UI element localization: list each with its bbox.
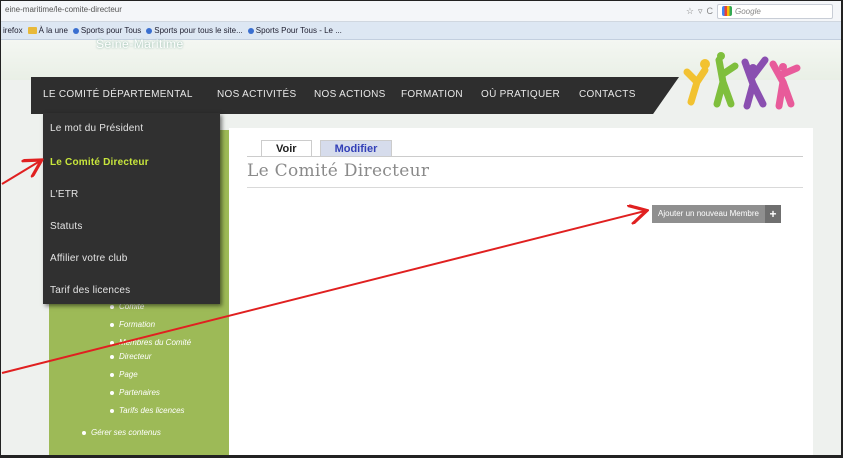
dropdown-item-affilier[interactable]: Affilier votre club <box>50 253 128 264</box>
sidebar-link-formation[interactable]: Formation <box>109 320 155 329</box>
dropdown-item-statuts[interactable]: Statuts <box>50 221 83 232</box>
sidebar-link-gerer[interactable]: Gérer ses contenus <box>82 428 161 437</box>
nav-ou-pratiquer[interactable]: OÙ PRATIQUER <box>481 89 560 100</box>
nav-nos-activites[interactable]: NOS ACTIVITÉS <box>217 89 296 100</box>
nav-formation[interactable]: FORMATION <box>401 89 463 100</box>
dropdown-comite-departemental: Le mot du Président Le Comité Directeur … <box>43 113 220 304</box>
title-divider <box>247 187 803 188</box>
bookmark-sports-le[interactable]: Sports Pour Tous - Le ... <box>247 26 342 35</box>
bookmark-a-la-une[interactable]: À la une <box>27 26 68 35</box>
main-navigation: LE COMITÉ DÉPARTEMENTAL NOS ACTIVITÉS NO… <box>31 77 679 114</box>
dropdown-arrow-icon[interactable]: ▿ <box>698 6 703 17</box>
nav-nos-actions[interactable]: NOS ACTIONS <box>314 89 386 100</box>
web-page: Seine-Maritime LE COMITÉ DÉPARTEMENTAL N… <box>1 37 841 455</box>
search-box[interactable]: Google <box>717 3 833 19</box>
bookmark-sports-site[interactable]: Sports pour tous le site... <box>146 26 243 35</box>
sidebar-link-page[interactable]: Page <box>110 370 138 379</box>
search-placeholder: Google <box>735 6 761 16</box>
google-icon <box>722 6 732 16</box>
dancing-figures-logo <box>683 52 801 110</box>
dropdown-item-comite-directeur[interactable]: Le Comité Directeur <box>50 157 149 168</box>
browser-window: eine-maritime/le-comite-directeur ☆ ▿ C … <box>0 0 843 458</box>
nav-comite-departemental[interactable]: LE COMITÉ DÉPARTEMENTAL <box>43 89 193 100</box>
dropdown-item-tarif[interactable]: Tarif des licences <box>50 285 130 296</box>
sidebar-link-tarifs[interactable]: Tarifs des licences <box>110 406 185 415</box>
tab-divider <box>247 156 803 157</box>
address-tools: ☆ ▿ C Google <box>686 3 833 19</box>
tab-modifier[interactable]: Modifier <box>319 140 393 157</box>
tab-voir[interactable]: Voir <box>261 140 312 157</box>
dropdown-item-etr[interactable]: L'ETR <box>50 189 78 200</box>
rss-icon <box>146 27 153 34</box>
rss-icon <box>247 27 254 34</box>
rss-icon <box>72 27 79 34</box>
page-title: Le Comité Directeur <box>247 161 430 181</box>
add-member-button[interactable]: Ajouter un nouveau Membre + <box>652 205 781 223</box>
add-member-label: Ajouter un nouveau Membre <box>658 209 759 218</box>
url-text[interactable]: eine-maritime/le-comite-directeur <box>5 5 122 14</box>
dropdown-item-mot-du-president[interactable]: Le mot du Président <box>50 123 143 134</box>
address-bar[interactable]: eine-maritime/le-comite-directeur ☆ ▿ C … <box>1 1 841 22</box>
sidebar-link-directeur[interactable]: Directeur <box>109 352 151 361</box>
bookmark-firefox[interactable]: irefox <box>3 26 23 35</box>
plus-icon: + <box>764 205 781 223</box>
sidebar-link-membres[interactable]: Membres du Comité <box>109 338 191 347</box>
star-icon[interactable]: ☆ <box>686 6 694 17</box>
folder-icon <box>27 27 37 34</box>
tab-bar: Voir Modifier <box>261 140 393 157</box>
nav-contacts[interactable]: CONTACTS <box>579 89 636 100</box>
reload-icon[interactable]: C <box>707 6 714 16</box>
bookmark-sports-pour-tous[interactable]: Sports pour Tous <box>72 26 141 35</box>
sidebar-link-partenaires[interactable]: Partenaires <box>110 388 160 397</box>
main-content: Voir Modifier Le Comité Directeur Ajoute… <box>229 128 813 455</box>
site-name[interactable]: Seine-Maritime <box>96 37 184 51</box>
